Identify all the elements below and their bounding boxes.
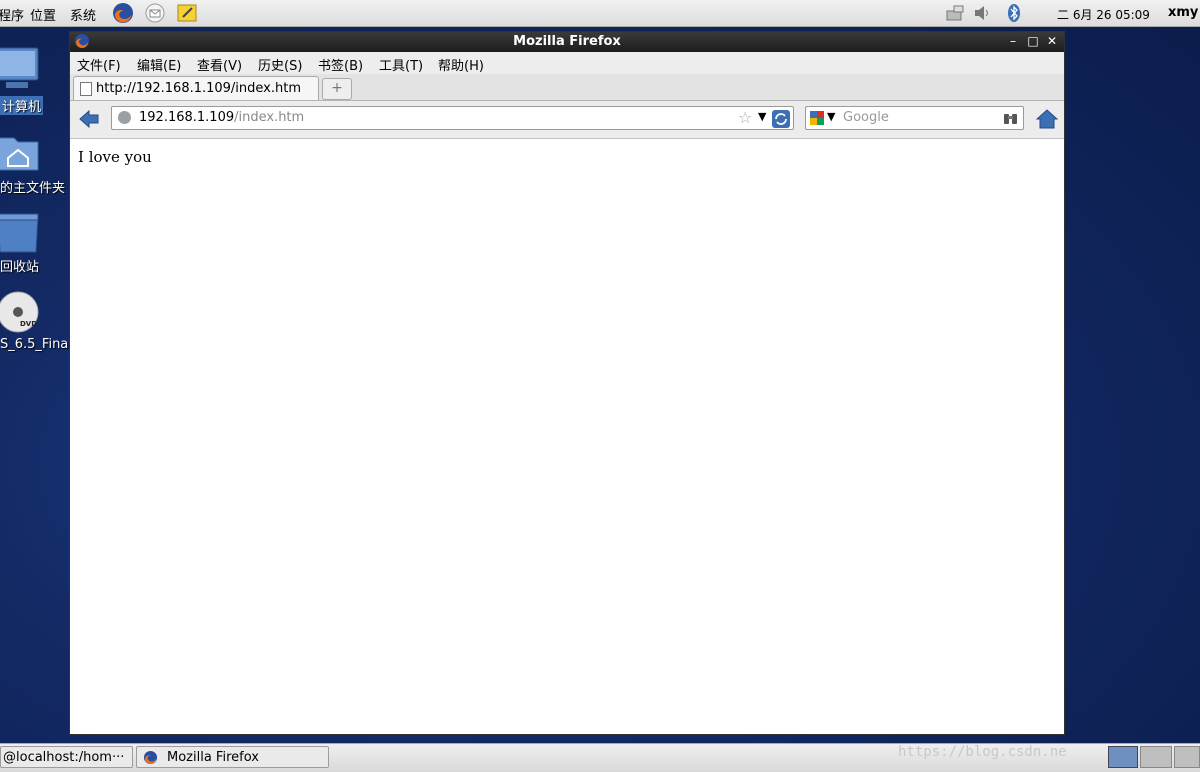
menu-system[interactable]: 系统 — [70, 5, 96, 24]
taskbar-item-firefox[interactable]: Mozilla Firefox — [136, 746, 329, 768]
menu-applications[interactable]: 程序 — [0, 5, 24, 24]
minimize-button[interactable]: – — [1006, 34, 1020, 48]
bookmark-star-icon[interactable]: ☆ — [738, 108, 752, 127]
firefox-window: Mozilla Firefox – □ ✕ 文件(F) 编辑(E) 查看(V) … — [69, 31, 1065, 735]
taskbar-label-terminal: @localhost:/hom··· — [3, 750, 125, 765]
firefox-launcher-icon[interactable] — [112, 2, 134, 24]
url-text[interactable]: 192.168.1.109/index.htm — [139, 110, 304, 125]
workspace-3[interactable] — [1174, 746, 1200, 768]
notes-launcher-icon[interactable] — [176, 2, 198, 24]
network-icon[interactable] — [944, 2, 966, 24]
binoculars-icon[interactable] — [1003, 111, 1018, 125]
mail-launcher-icon[interactable] — [144, 2, 166, 24]
search-box[interactable]: ▼ Google — [805, 106, 1024, 130]
top-panel: 程序 位置 系统 二 6月 26 05:09 xmy — [0, 0, 1200, 27]
desktop-label-computer[interactable]: 计算机 — [0, 96, 44, 115]
title-bar[interactable]: Mozilla Firefox – □ ✕ — [70, 32, 1064, 52]
menu-bar: 文件(F) 编辑(E) 查看(V) 历史(S) 书签(B) 工具(T) 帮助(H… — [70, 52, 1064, 74]
window-title: Mozilla Firefox — [513, 34, 621, 49]
taskbar-label-firefox: Mozilla Firefox — [167, 750, 259, 765]
url-bar[interactable]: 192.168.1.109/index.htm ☆ ▼ — [111, 106, 794, 130]
tab-label: http://192.168.1.109/index.htm — [96, 81, 302, 96]
menu-view[interactable]: 查看(V) — [197, 55, 242, 74]
back-arrow-icon[interactable] — [78, 109, 100, 129]
desktop-label-trash[interactable]: 回收站 — [0, 256, 39, 275]
search-placeholder: Google — [843, 110, 889, 125]
tab-bar: http://192.168.1.109/index.htm + — [70, 74, 1064, 101]
watermark: https://blog.csdn.ne — [898, 744, 1067, 760]
menu-tools[interactable]: 工具(T) — [379, 55, 423, 74]
home-icon[interactable] — [1036, 109, 1058, 129]
page-content: I love you — [70, 139, 1064, 734]
taskbar-item-terminal[interactable]: @localhost:/hom··· — [0, 746, 133, 768]
google-icon[interactable] — [810, 111, 824, 125]
tab-index[interactable]: http://192.168.1.109/index.htm — [73, 76, 319, 100]
menu-help[interactable]: 帮助(H) — [438, 55, 484, 74]
home-folder-icon[interactable] — [0, 132, 70, 172]
menu-history[interactable]: 历史(S) — [258, 55, 302, 74]
workspace-1[interactable] — [1108, 746, 1138, 768]
user-menu[interactable]: xmy — [1168, 5, 1198, 20]
svg-text:DVD: DVD — [20, 320, 37, 328]
navigation-bar: 192.168.1.109/index.htm ☆ ▼ ▼ Google — [70, 101, 1064, 139]
desktop-label-home[interactable]: 的主文件夹 — [0, 177, 65, 196]
close-button[interactable]: ✕ — [1045, 34, 1059, 48]
url-host: 192.168.1.109 — [139, 110, 235, 125]
search-engine-dropdown-icon[interactable]: ▼ — [827, 110, 835, 123]
url-path: /index.htm — [234, 110, 305, 125]
maximize-button[interactable]: □ — [1026, 34, 1040, 48]
workspace-2[interactable] — [1140, 746, 1172, 768]
dvd-icon[interactable]: DVD — [0, 290, 70, 334]
menu-places[interactable]: 位置 — [30, 5, 56, 24]
bottom-panel: @localhost:/hom··· Mozilla Firefox https… — [0, 743, 1200, 772]
page-text: I love you — [78, 148, 152, 166]
firefox-icon — [143, 750, 158, 765]
trash-icon[interactable] — [0, 212, 70, 256]
globe-icon — [118, 111, 131, 124]
desktop-label-dvd[interactable]: S_6.5_Fina — [0, 337, 68, 352]
menu-file[interactable]: 文件(F) — [77, 55, 121, 74]
reload-icon[interactable] — [772, 110, 790, 128]
menu-bookmarks[interactable]: 书签(B) — [318, 55, 363, 74]
page-icon — [80, 82, 92, 96]
url-dropdown-icon[interactable]: ▼ — [758, 110, 766, 123]
bluetooth-icon[interactable] — [1003, 2, 1025, 24]
new-tab-button[interactable]: + — [322, 78, 352, 100]
computer-icon[interactable] — [0, 46, 70, 94]
clock[interactable]: 二 6月 26 05:09 — [1057, 6, 1150, 23]
volume-icon[interactable] — [972, 2, 994, 24]
menu-edit[interactable]: 编辑(E) — [137, 55, 181, 74]
